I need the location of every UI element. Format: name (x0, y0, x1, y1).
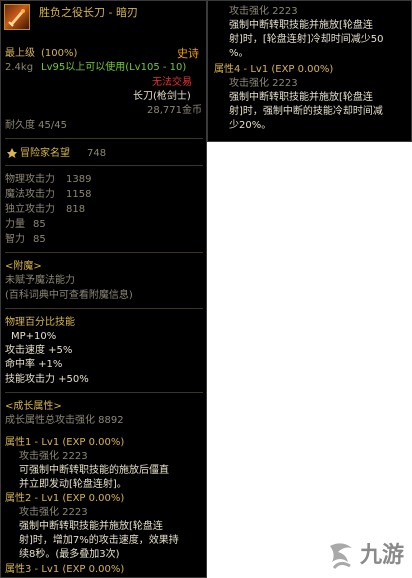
attribute-heading: 属性3 - Lv1 (EXP 0.00%) (5, 564, 125, 575)
attribute-heading: 属性2 - Lv1 (EXP 0.00%) (5, 493, 125, 504)
stat-label: 力量 (5, 219, 25, 230)
stat-value: 1158 (66, 189, 92, 200)
item-tooltip-continued: 攻击强化 2223 强制中断转职技能并施放[轮盘连 射]时，[轮盘连射]冷却时间… (207, 0, 412, 142)
renown-icon (7, 148, 17, 158)
attribute-heading: 属性1 - Lv1 (EXP 0.00%) (5, 437, 125, 448)
stat-label: 智力 (5, 234, 25, 245)
growth-title: <成长属性> (5, 401, 62, 412)
grade-percent: (100%) (41, 48, 78, 59)
renown-label: 冒险家名望 (20, 148, 70, 159)
divider (5, 252, 203, 253)
rarity-label: 史诗 (177, 47, 199, 60)
weapon-type: 长刀(枪剑士) (133, 91, 191, 102)
divider (5, 392, 203, 393)
attribute-desc: 强制中断转职技能并施放[轮盘连 (229, 92, 373, 103)
weight: 2.4kg (5, 62, 34, 73)
stat-value: 1389 (66, 174, 92, 185)
stat-value: 85 (33, 234, 46, 245)
trade-status: 无法交易 (152, 77, 192, 88)
item-tooltip: 胜负之役长刀 - 暗刃 最上级 (100%) 史诗 2.4kg Lv95以上可以… (0, 0, 207, 578)
skill-title: 物理百分比技能 (5, 317, 75, 328)
skill-attack-speed: 攻击速度 +5% (5, 345, 73, 356)
divider (5, 165, 203, 166)
sword-icon (4, 4, 30, 30)
enchant-line: (百科词典中可查看附魔信息) (5, 290, 133, 301)
sell-price: 28,771金币 (147, 105, 202, 116)
level-requirement: Lv95以上可以使用(Lv105 - 10) (41, 62, 187, 73)
stat-label: 独立攻击力 (5, 204, 55, 215)
attribute-desc: 并立即发动[轮盘连射]。 (19, 479, 127, 490)
attribute-desc: 少20%。 (229, 120, 272, 131)
watermark-text: 九游 (360, 543, 405, 568)
attribute-desc: 射]时，强制中断的技能冷却时间减 (229, 106, 383, 117)
jiuyou-logo-icon (330, 543, 352, 569)
attribute-power: 攻击强化 2223 (19, 507, 88, 518)
skill-hit-rate: 命中率 +1% (5, 359, 63, 370)
attribute-desc: 射]时，[轮盘连射]冷却时间减少50 (229, 34, 384, 45)
attribute-desc: 可强制中断转职技能的施放后僵直 (19, 465, 169, 476)
attribute-desc: %。 (229, 48, 249, 59)
stat-label: 魔法攻击力 (5, 189, 55, 200)
attribute-power: 攻击强化 2223 (229, 78, 298, 89)
item-name: 胜负之役长刀 - 暗刃 (39, 6, 138, 19)
durability: 耐久度 45/45 (5, 120, 67, 131)
jiuyou-watermark: 九游 (322, 538, 408, 574)
attribute-heading: 属性4 - Lv1 (EXP 0.00%) (214, 64, 334, 75)
attribute-desc: 射]时，增加7%的攻击速度，效果持 (19, 535, 179, 546)
enchant-line: 未赋予魔法能力 (5, 275, 75, 286)
stat-value: 818 (66, 204, 86, 215)
attribute-desc: 强制中断转职技能并施放[轮盘连 (19, 521, 163, 532)
divider (5, 308, 203, 309)
attribute-power: 攻击强化 2223 (229, 6, 298, 17)
grade-label: 最上级 (5, 48, 35, 59)
skill-attack: 技能攻击力 +50% (5, 374, 89, 385)
enchant-title: <附魔> (5, 261, 42, 272)
attribute-desc: 强制中断转职技能并施放[轮盘连 (229, 20, 373, 31)
renown-value: 748 (87, 148, 107, 159)
stat-label: 物理攻击力 (5, 174, 55, 185)
attribute-desc: 续8秒。(最多叠加3次) (19, 549, 120, 560)
stat-value: 85 (33, 219, 46, 230)
attribute-power: 攻击强化 2223 (19, 451, 88, 462)
divider (5, 138, 203, 139)
growth-total: 成长属性总攻击强化 8892 (5, 415, 124, 426)
skill-mp: MP+10% (11, 331, 57, 342)
